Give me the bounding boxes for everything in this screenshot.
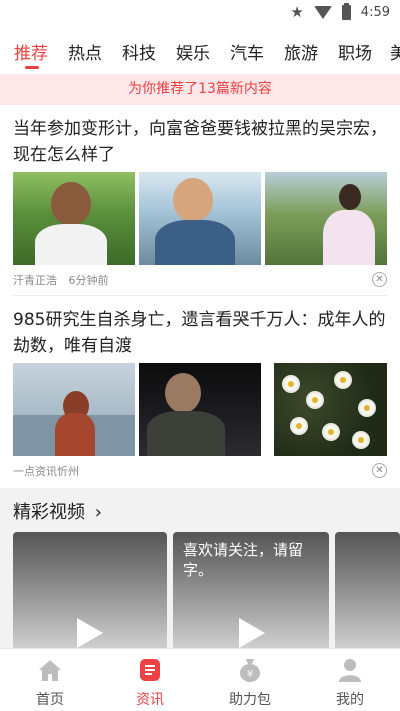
nav-boost-pack[interactable]: ¥ 助力包	[200, 649, 300, 711]
dismiss-icon[interactable]: ✕	[372, 272, 387, 287]
nav-label: 助力包	[229, 692, 271, 708]
article-title[interactable]: 当年参加变形计，向富爸爸要钱被拉黑的吴宗宏，现在怎么样了	[13, 116, 388, 168]
video-card[interactable]	[13, 532, 167, 648]
nav-label: 资讯	[136, 692, 164, 708]
article-meta: 一点资讯忻州	[13, 463, 79, 479]
article-source: 一点资讯忻州	[13, 465, 79, 478]
tab-recommend[interactable]: 推荐	[14, 39, 48, 64]
article-thumbnail[interactable]	[139, 172, 261, 265]
money-bag-icon: ¥	[240, 659, 260, 682]
dismiss-icon[interactable]: ✕	[372, 463, 387, 478]
battery-icon	[341, 2, 351, 20]
nav-label: 我的	[336, 692, 364, 708]
tab-hot[interactable]: 热点	[68, 39, 102, 64]
video-caption: 喜欢请关注，请留字。	[183, 541, 304, 579]
tab-tech[interactable]: 科技	[122, 39, 156, 64]
new-content-banner: 为你推荐了13篇新内容	[0, 74, 400, 105]
wifi-icon	[313, 5, 332, 19]
svg-text:¥: ¥	[247, 669, 253, 680]
video-section-header[interactable]: 精彩视频 ›	[13, 498, 102, 524]
divider	[13, 295, 388, 296]
article-title[interactable]: 985研究生自杀身亡，遗言看哭千万人：成年人的劫数，唯有自渡	[13, 307, 388, 359]
article-thumbnail[interactable]	[13, 363, 135, 456]
article-thumbnail[interactable]	[139, 363, 261, 456]
article-time: 6分钟前	[68, 274, 109, 287]
profile-icon	[339, 659, 361, 682]
article-thumbnail[interactable]	[13, 172, 135, 265]
nav-profile[interactable]: 我的	[300, 649, 400, 711]
home-icon	[39, 660, 61, 681]
star-icon: ★	[290, 3, 304, 21]
nav-home[interactable]: 首页	[0, 649, 100, 711]
status-bar: ★ 4:59	[0, 0, 400, 26]
article-thumbnail[interactable]	[274, 363, 387, 456]
chevron-right-icon: ›	[94, 502, 102, 523]
play-icon[interactable]	[77, 618, 103, 648]
tab-career[interactable]: 职场	[338, 39, 372, 64]
tab-auto[interactable]: 汽车	[230, 39, 264, 64]
nav-news[interactable]: 资讯	[100, 649, 200, 711]
tab-travel[interactable]: 旅游	[284, 39, 318, 64]
article-source: 汗青正浩	[13, 274, 57, 287]
status-time: 4:59	[360, 4, 390, 20]
category-tabs: 推荐 热点 科技 娱乐 汽车 旅游 职场 美	[0, 26, 400, 74]
nav-label: 首页	[36, 692, 64, 708]
video-card[interactable]: 喜欢请关注，请留字。	[173, 532, 329, 648]
video-card[interactable]	[335, 532, 400, 648]
news-icon	[140, 659, 160, 681]
tab-entertainment[interactable]: 娱乐	[176, 39, 210, 64]
status-icons: ★ 4:59	[290, 2, 390, 21]
article-thumbnail[interactable]	[265, 172, 387, 265]
tab-beauty[interactable]: 美	[390, 39, 400, 64]
active-tab-indicator	[25, 66, 39, 69]
video-section-title: 精彩视频	[13, 502, 85, 523]
play-icon[interactable]	[239, 618, 265, 648]
article-meta: 汗青正浩 6分钟前	[13, 272, 109, 288]
video-section: 精彩视频 › 喜欢请关注，请留字。	[0, 488, 400, 648]
bottom-nav: 首页 资讯 ¥ 助力包 我的	[0, 648, 400, 711]
